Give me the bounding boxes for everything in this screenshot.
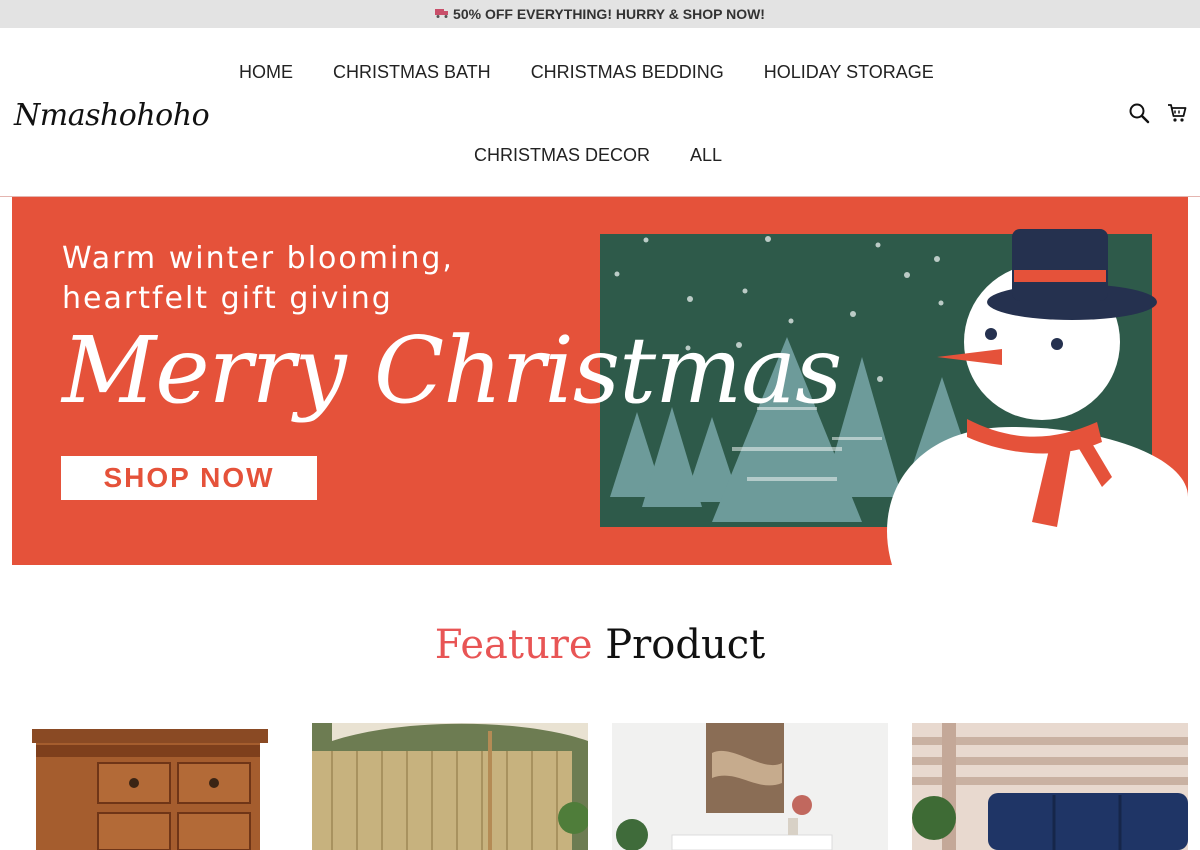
nav-christmas-decor[interactable]: CHRISTMAS DECOR: [474, 145, 650, 166]
nav-all[interactable]: ALL: [690, 145, 722, 166]
sideboard-image: [612, 723, 888, 850]
truck-icon: [435, 9, 449, 18]
main-nav-row-2: CHRISTMAS DECOR ALL: [474, 145, 762, 166]
header-icons: [1128, 102, 1188, 124]
wooden-cabinet-image: [12, 723, 288, 850]
search-icon[interactable]: [1128, 102, 1150, 124]
announcement-bar: 50% OFF EVERYTHING! HURRY & SHOP NOW!: [0, 0, 1200, 28]
site-logo[interactable]: Nmashohoho: [14, 98, 210, 133]
site-header: Nmashohoho HOME CHRISTMAS BATH CHRISTMAS…: [0, 28, 1200, 197]
product-grid: [12, 723, 1188, 850]
bench-cushion-image: [912, 723, 1188, 850]
nav-holiday-storage[interactable]: HOLIDAY STORAGE: [764, 62, 934, 83]
nav-christmas-bedding[interactable]: CHRISTMAS BEDDING: [531, 62, 724, 83]
feature-title-rest: Product: [605, 622, 766, 668]
banner-subtitle-line2: heartfelt gift giving: [62, 281, 393, 316]
nav-home[interactable]: HOME: [239, 62, 293, 83]
product-card-bench[interactable]: [912, 723, 1188, 850]
feature-product-heading: Feature Product: [0, 622, 1200, 668]
product-card-fence[interactable]: [312, 723, 588, 850]
feature-title-accent: Feature: [434, 622, 593, 668]
wooden-fence-image: [312, 723, 588, 850]
nav-christmas-bath[interactable]: CHRISTMAS BATH: [333, 62, 491, 83]
banner-subtitle: Warm winter blooming, heartfelt gift giv…: [62, 239, 454, 319]
cart-icon[interactable]: [1166, 102, 1188, 124]
main-nav-row-1: HOME CHRISTMAS BATH CHRISTMAS BEDDING HO…: [239, 62, 974, 83]
product-card-sideboard[interactable]: [612, 723, 888, 850]
product-card-cabinet[interactable]: [12, 723, 288, 850]
banner-subtitle-line1: Warm winter blooming,: [62, 241, 454, 276]
announcement-text: 50% OFF EVERYTHING! HURRY & SHOP NOW!: [453, 6, 765, 22]
hero-banner[interactable]: Warm winter blooming, heartfelt gift giv…: [12, 197, 1188, 565]
shop-now-button[interactable]: SHOP NOW: [61, 456, 317, 500]
banner-title: Merry Christmas: [62, 317, 842, 424]
